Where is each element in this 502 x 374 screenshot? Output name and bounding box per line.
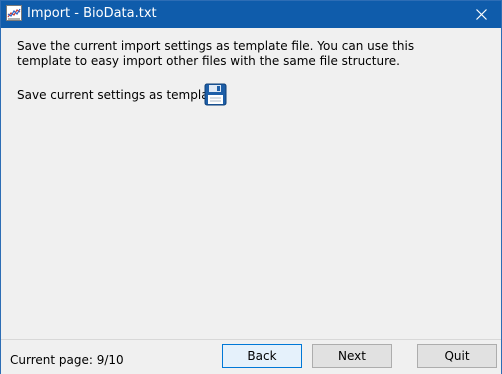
next-button[interactable]: Next	[312, 344, 392, 368]
import-dialog: Import - BioData.txt Save the current im…	[0, 0, 502, 374]
close-icon	[476, 9, 487, 20]
wizard-footer: Current page: 9/10 Back Next Quit	[1, 339, 501, 374]
save-template-label: Save current settings as template:	[17, 88, 225, 102]
wizard-page-content: Save the current import settings as temp…	[1, 28, 501, 328]
save-template-button[interactable]	[204, 83, 227, 106]
title-bar[interactable]: Import - BioData.txt	[1, 1, 501, 28]
quit-button[interactable]: Quit	[417, 344, 497, 368]
chart-app-icon	[6, 5, 22, 21]
back-button[interactable]: Back	[222, 344, 302, 368]
close-button[interactable]	[461, 1, 501, 28]
page-status: Current page: 9/10	[10, 353, 124, 367]
floppy-disk-icon	[204, 83, 227, 106]
page-description: Save the current import settings as temp…	[17, 39, 415, 68]
window-title: Import - BioData.txt	[27, 6, 157, 21]
